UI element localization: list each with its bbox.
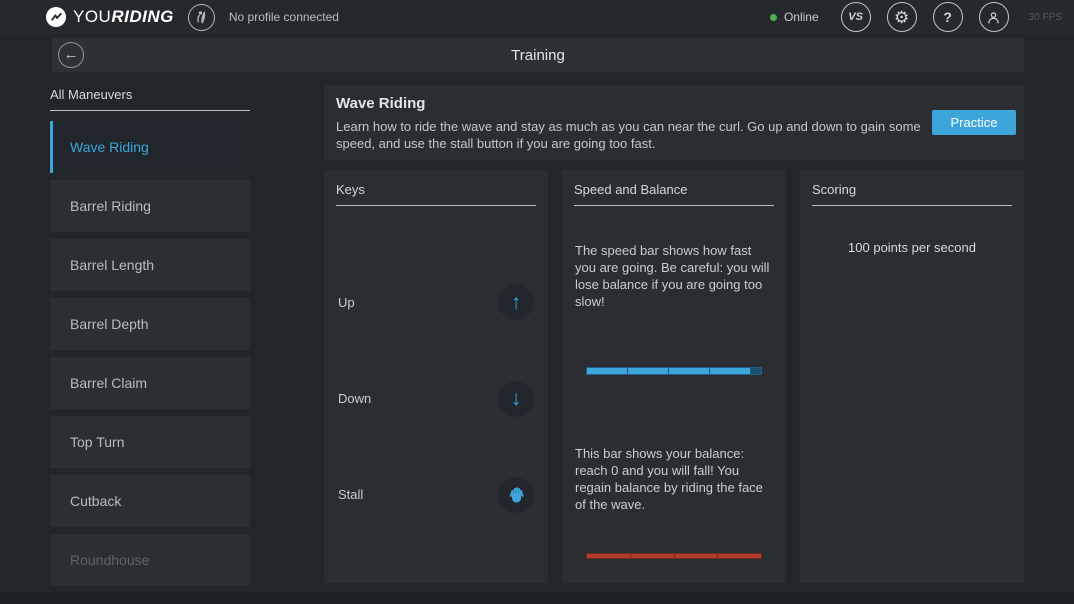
key-row-down: Down ↓ [324, 381, 548, 417]
speed-balance-panel-divider [574, 205, 774, 206]
settings-button[interactable]: ⚙ [887, 2, 917, 32]
keys-panel: Keys Up ↑ Down ↓ Stall [324, 170, 548, 583]
question-mark-icon: ? [943, 9, 952, 25]
topbar-right: Online VS ⚙ ? 30 FPS [770, 2, 1062, 32]
key-label: Down [338, 391, 371, 406]
maneuver-title: Wave Riding [336, 95, 1024, 112]
fps-counter: 30 FPS [1029, 12, 1062, 23]
sidebar-item-label: Barrel Length [70, 257, 154, 273]
bottom-letterbox [0, 592, 1074, 604]
sidebar-divider [50, 110, 250, 111]
youriding-training-screen: YOURIDING No profile connected Online VS… [0, 0, 1074, 604]
sidebar-item-top-turn[interactable]: Top Turn [50, 416, 250, 468]
balance-bar-segment [587, 554, 630, 558]
versus-icon: VS [848, 11, 863, 23]
youriding-logo-icon [46, 7, 66, 27]
help-columns: Keys Up ↑ Down ↓ Stall [324, 170, 1024, 583]
speed-bar-segment [628, 368, 668, 374]
help-button[interactable]: ? [933, 2, 963, 32]
page-header: ← Training [52, 38, 1024, 72]
balance-bar-segment [631, 554, 674, 558]
youriding-logo[interactable]: YOURIDING [46, 7, 174, 27]
online-status: Online [770, 10, 819, 24]
speed-bar-segment [710, 368, 750, 374]
hand-icon [507, 485, 526, 504]
back-button[interactable]: ← [58, 42, 84, 68]
gear-icon: ⚙ [894, 9, 909, 26]
online-dot-icon [770, 14, 777, 21]
sidebar-item-label: Barrel Riding [70, 198, 151, 214]
key-label: Stall [338, 487, 363, 502]
back-arrow-icon: ← [64, 47, 79, 62]
key-row-stall: Stall [324, 477, 548, 513]
maneuver-summary: Wave Riding Learn how to ride the wave a… [324, 85, 1024, 160]
online-label: Online [784, 10, 819, 24]
speed-balance-panel-title: Speed and Balance [562, 170, 786, 197]
speed-bar [586, 367, 762, 375]
sidebar-item-barrel-claim[interactable]: Barrel Claim [50, 357, 250, 409]
arrow-down-icon: ↓ [511, 388, 522, 409]
profile-status: No profile connected [229, 10, 339, 24]
practice-button[interactable]: Practice [932, 110, 1016, 135]
sidebar-item-label: Wave Riding [70, 139, 149, 155]
up-key-button: ↑ [498, 284, 534, 320]
sidebar-item-barrel-length[interactable]: Barrel Length [50, 239, 250, 291]
maneuver-description: Learn how to ride the wave and stay as m… [336, 118, 936, 152]
sidebar-item-label: Roundhouse [70, 552, 149, 568]
key-row-up: Up ↑ [324, 284, 548, 320]
sidebar-item-roundhouse[interactable]: Roundhouse [50, 534, 250, 586]
speed-bar-segment [669, 368, 709, 374]
stall-key-button [498, 477, 534, 513]
scoring-text: 100 points per second [800, 240, 1024, 255]
topbar-left: YOURIDING No profile connected [46, 4, 339, 31]
down-key-button: ↓ [498, 381, 534, 417]
speed-balance-panel: Speed and Balance The speed bar shows ho… [562, 170, 786, 583]
account-button[interactable] [979, 2, 1009, 32]
scoring-panel-divider [812, 205, 1012, 206]
sidebar-item-label: Cutback [70, 493, 121, 509]
arrow-up-icon: ↑ [511, 292, 522, 313]
sidebar-item-label: Barrel Depth [70, 316, 149, 332]
versus-button[interactable]: VS [841, 2, 871, 32]
sidebar-item-cutback[interactable]: Cutback [50, 475, 250, 527]
person-icon [985, 9, 1002, 26]
logo-text-riding: RIDING [111, 7, 174, 26]
balance-bar-segment [675, 554, 718, 558]
balance-bar-description: This bar shows your balance: reach 0 and… [562, 445, 786, 513]
speed-bar-segment [587, 368, 627, 374]
maneuvers-sidebar: All Maneuvers Wave Riding Barrel Riding … [50, 85, 250, 593]
keys-panel-title: Keys [324, 170, 548, 197]
scoring-panel: Scoring 100 points per second [800, 170, 1024, 583]
scoring-panel-title: Scoring [800, 170, 1024, 197]
surfer-profile-icon[interactable] [188, 4, 215, 31]
logo-text-you: YOU [73, 7, 111, 26]
balance-bar-segment [718, 554, 761, 558]
sidebar-item-barrel-depth[interactable]: Barrel Depth [50, 298, 250, 350]
speed-bar-description: The speed bar shows how fast you are goi… [562, 242, 786, 310]
balance-bar [586, 553, 762, 559]
keys-rows: Up ↑ Down ↓ Stall [324, 206, 548, 583]
speed-bar-empty-segment [751, 368, 761, 374]
page-title: Training [511, 47, 565, 64]
key-label: Up [338, 295, 355, 310]
logo-wordmark: YOURIDING [73, 7, 174, 27]
sidebar-title: All Maneuvers [50, 87, 250, 102]
sidebar-item-barrel-riding[interactable]: Barrel Riding [50, 180, 250, 232]
sidebar-item-wave-riding[interactable]: Wave Riding [50, 121, 250, 173]
sidebar-item-label: Barrel Claim [70, 375, 147, 391]
topbar: YOURIDING No profile connected Online VS… [0, 0, 1074, 34]
sidebar-item-label: Top Turn [70, 434, 124, 450]
